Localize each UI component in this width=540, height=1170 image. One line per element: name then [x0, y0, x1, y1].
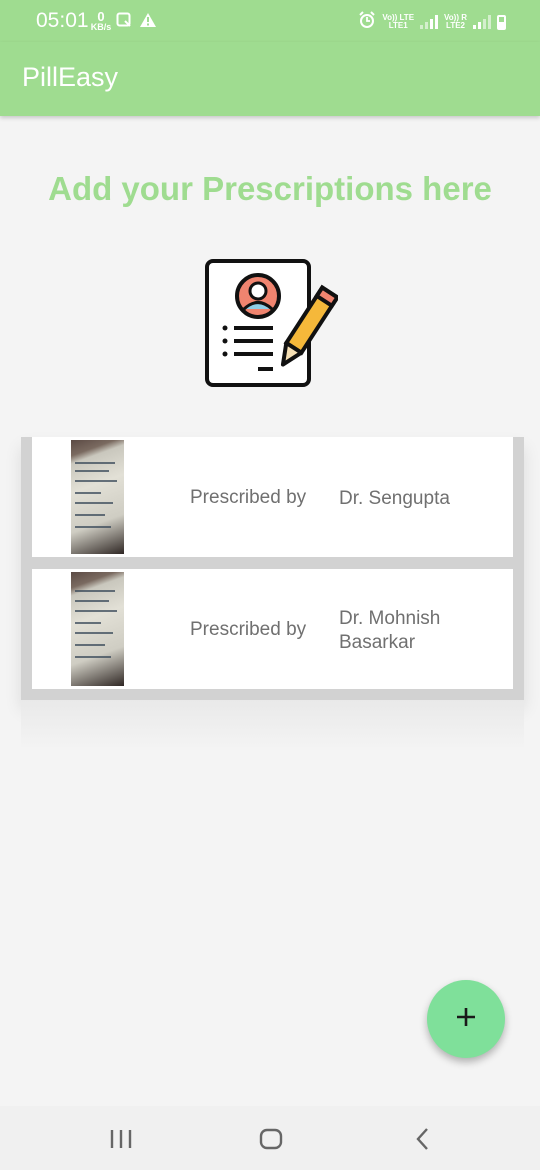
alarm-icon [358, 10, 376, 34]
prescription-card[interactable]: Prescribed by Dr. Mohnish Basarkar [32, 569, 513, 689]
signal-icon [420, 15, 439, 29]
app-title: PillEasy [22, 62, 119, 92]
plus-icon [455, 1006, 477, 1033]
prescription-card[interactable]: Prescribed by Dr. Sengupta [32, 437, 513, 557]
status-bar: 05:01 0 KB/s Vo)) LTE LTE1 Vo)) R LTE2 [0, 0, 540, 42]
recent-apps-icon[interactable] [109, 1126, 133, 1157]
doctor-name: Dr. Mohnish Basarkar [339, 608, 441, 653]
sim1-indicator: Vo)) LTE LTE1 [382, 13, 415, 30]
prescribed-by-label: Prescribed by [190, 619, 307, 640]
add-prescription-button[interactable] [427, 980, 505, 1058]
list-shadow [21, 700, 524, 750]
prescribed-by-label: Prescribed by [190, 487, 307, 508]
prescription-document-pencil-icon [200, 256, 341, 392]
prescription-thumbnail [71, 572, 124, 686]
warning-icon [139, 12, 157, 33]
page-heading: Add your Prescriptions here [48, 170, 492, 207]
back-icon[interactable] [412, 1126, 434, 1157]
system-nav-bar [0, 1106, 540, 1170]
battery-icon [497, 14, 506, 30]
home-icon[interactable] [258, 1126, 284, 1157]
sim2-indicator: Vo)) R LTE2 [444, 13, 467, 30]
data-saver-icon [116, 12, 132, 33]
prescription-thumbnail [71, 440, 124, 554]
signal-icon [473, 15, 491, 29]
app-bar: PillEasy [0, 42, 540, 116]
doctor-name: Dr. Sengupta [339, 488, 450, 509]
status-time: 05:01 [36, 9, 89, 32]
network-speed: 0 KB/s [90, 9, 112, 32]
